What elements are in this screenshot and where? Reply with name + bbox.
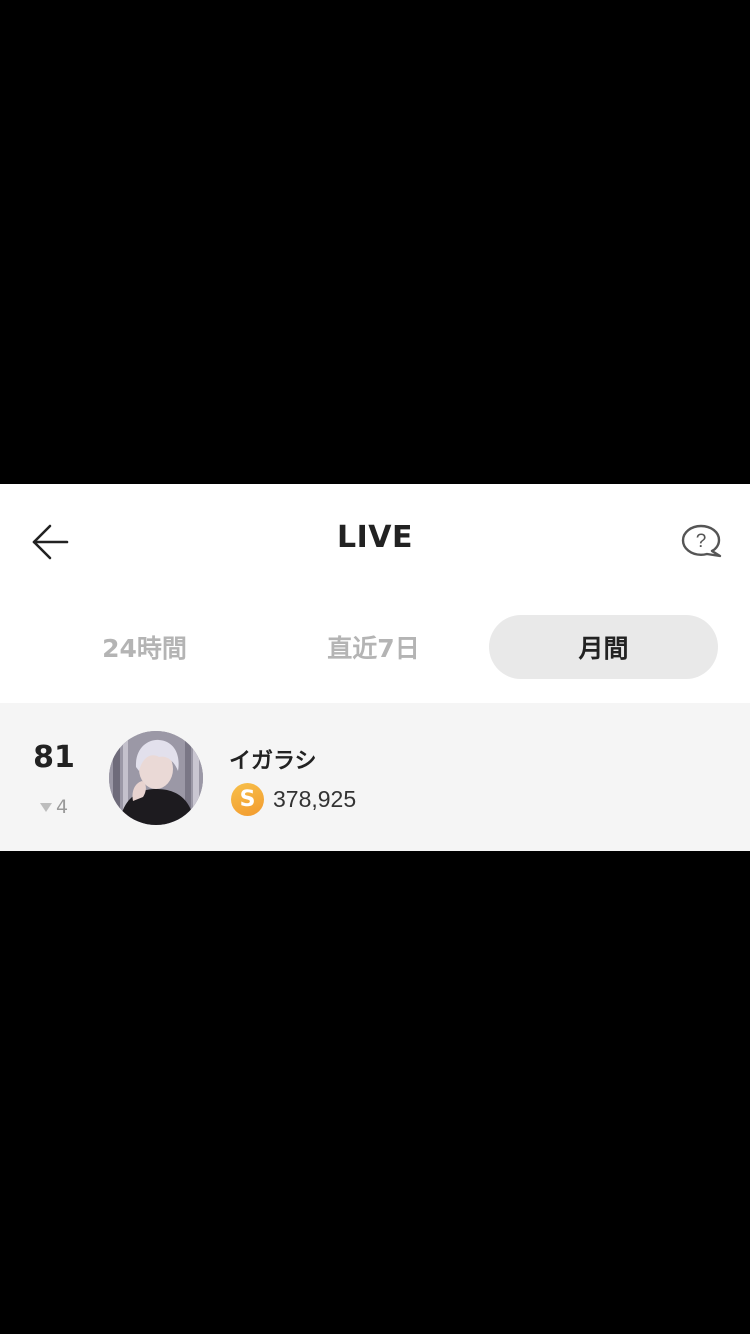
score: S 378,925 [231, 783, 356, 816]
page-title: LIVE [337, 520, 413, 555]
help-bubble-icon: ? [681, 524, 722, 558]
back-button[interactable] [22, 514, 78, 570]
svg-text:?: ? [696, 531, 707, 552]
tab-monthly[interactable]: 月間 [489, 615, 718, 679]
score-value: 378,925 [273, 786, 357, 812]
tab-24h[interactable]: 24時間 [30, 615, 259, 679]
ranking-list: 81 4 イガラシ S 378,925 [0, 703, 750, 851]
period-tabs: 24時間 直近7日 月間 [30, 615, 720, 679]
user-avatar[interactable] [109, 731, 203, 825]
header: LIVE ? [0, 484, 750, 600]
rank-number: 81 [33, 740, 75, 775]
rank-change-value: 4 [55, 796, 69, 818]
tab-7days[interactable]: 直近7日 [259, 615, 488, 679]
down-arrow-icon [39, 802, 52, 812]
rank-change: 4 [14, 796, 94, 818]
coin-icon: S [231, 783, 264, 816]
ranking-screen: LIVE ? 24時間 直近7日 月間 81 4 イガラシ S 378,925 [0, 484, 750, 851]
ranking-row[interactable]: 81 4 イガラシ S 378,925 [0, 703, 750, 851]
arrow-left-icon [32, 524, 69, 560]
help-button[interactable]: ? [674, 518, 728, 564]
user-name: イガラシ [229, 749, 317, 774]
